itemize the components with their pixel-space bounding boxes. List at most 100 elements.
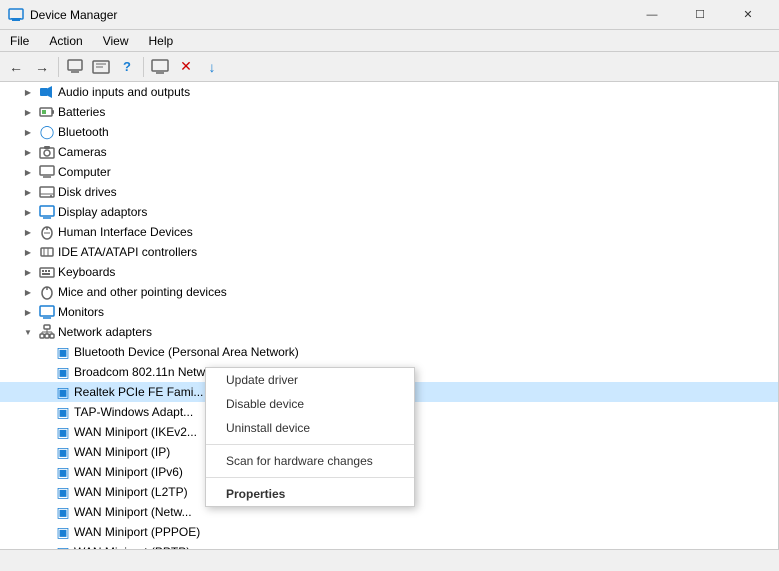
disk-label: Disk drives	[58, 185, 117, 199]
main-area: ▶ Audio inputs and outputs ▶ Batteries ▶…	[0, 82, 779, 549]
hid-icon	[39, 224, 55, 240]
title-bar: Device Manager — ☐ ✕	[0, 0, 779, 30]
net2-icon: ▣	[55, 364, 71, 380]
window-controls: — ☐ ✕	[629, 0, 771, 30]
ctx-disable[interactable]: Disable device	[206, 392, 414, 416]
ctx-sep-1	[206, 444, 414, 445]
computer-icon	[39, 164, 55, 180]
bluetooth-icon: ◯	[39, 124, 55, 140]
tree-item-net10[interactable]: ▶ ▣ WAN Miniport (PPPOE)	[0, 522, 778, 542]
expand-audio[interactable]: ▶	[20, 84, 36, 100]
window-title: Device Manager	[30, 8, 629, 22]
keyboards-icon	[39, 264, 55, 280]
monitors-label: Monitors	[58, 305, 104, 319]
expand-mice[interactable]: ▶	[20, 284, 36, 300]
tree-item-keyboards[interactable]: ▶ Keyboards	[0, 262, 778, 282]
net3-label: Realtek PCIe FE Fami...	[74, 385, 203, 399]
net6-label: WAN Miniport (IP)	[74, 445, 170, 459]
net7-label: WAN Miniport (IPv6)	[74, 465, 183, 479]
menu-help[interactable]: Help	[139, 32, 184, 50]
tree-item-computer[interactable]: ▶ Computer	[0, 162, 778, 182]
net4-label: TAP-Windows Adapt...	[74, 405, 193, 419]
status-bar	[0, 549, 779, 571]
batteries-label: Batteries	[58, 105, 105, 119]
network-icon	[39, 324, 55, 340]
toolbar-sep-2	[143, 57, 144, 77]
display-icon	[39, 204, 55, 220]
cameras-label: Cameras	[58, 145, 107, 159]
close-button[interactable]: ✕	[725, 0, 771, 30]
expand-computer[interactable]: ▶	[20, 164, 36, 180]
maximize-button[interactable]: ☐	[677, 0, 723, 30]
audio-icon	[39, 84, 55, 100]
net1-label: Bluetooth Device (Personal Area Network)	[74, 345, 299, 359]
tree-item-audio[interactable]: ▶ Audio inputs and outputs	[0, 82, 778, 102]
delete-button[interactable]: ✕	[174, 55, 198, 79]
expand-disk[interactable]: ▶	[20, 184, 36, 200]
tree-item-batteries[interactable]: ▶ Batteries	[0, 102, 778, 122]
net1-icon: ▣	[55, 344, 71, 360]
toolbar: ← → ? ✕ ↓	[0, 52, 779, 82]
expand-network[interactable]: ▼	[20, 324, 36, 340]
display-label: Display adaptors	[58, 205, 147, 219]
back-button[interactable]: ←	[4, 55, 28, 79]
tree-item-display[interactable]: ▶ Display adaptors	[0, 202, 778, 222]
ctx-uninstall[interactable]: Uninstall device	[206, 416, 414, 440]
tree-item-network[interactable]: ▼ Network adapters	[0, 322, 778, 342]
ctx-sep-2	[206, 477, 414, 478]
tree-item-net1[interactable]: ▶ ▣ Bluetooth Device (Personal Area Netw…	[0, 342, 778, 362]
monitors-icon	[39, 304, 55, 320]
tree-item-net11[interactable]: ▶ ▣ WAN Miniport (PPTP)	[0, 542, 778, 549]
net6-icon: ▣	[55, 444, 71, 460]
network-label: Network adapters	[58, 325, 152, 339]
expand-batteries[interactable]: ▶	[20, 104, 36, 120]
tree-item-hid[interactable]: ▶ Human Interface Devices	[0, 222, 778, 242]
tree-item-bluetooth[interactable]: ▶ ◯ Bluetooth	[0, 122, 778, 142]
minimize-button[interactable]: —	[629, 0, 675, 30]
hid-label: Human Interface Devices	[58, 225, 193, 239]
update-button[interactable]	[89, 55, 113, 79]
properties-button[interactable]	[63, 55, 87, 79]
disk-icon	[39, 184, 55, 200]
expand-bluetooth[interactable]: ▶	[20, 124, 36, 140]
tree-item-monitors[interactable]: ▶ Monitors	[0, 302, 778, 322]
menu-view[interactable]: View	[93, 32, 139, 50]
bluetooth-label: Bluetooth	[58, 125, 109, 139]
computer-button[interactable]	[148, 55, 172, 79]
tree-item-disk[interactable]: ▶ Disk drives	[0, 182, 778, 202]
expand-hid[interactable]: ▶	[20, 224, 36, 240]
net3-icon: ▣	[55, 384, 71, 400]
expand-monitors[interactable]: ▶	[20, 304, 36, 320]
net10-icon: ▣	[55, 524, 71, 540]
net9-label: WAN Miniport (Netw...	[74, 505, 192, 519]
expand-cameras[interactable]: ▶	[20, 144, 36, 160]
tree-item-mice[interactable]: ▶ Mice and other pointing devices	[0, 282, 778, 302]
expand-keyboards[interactable]: ▶	[20, 264, 36, 280]
tree-item-cameras[interactable]: ▶ Cameras	[0, 142, 778, 162]
menu-file[interactable]: File	[0, 32, 39, 50]
tree-item-ide[interactable]: ▶ IDE ATA/ATAPI controllers	[0, 242, 778, 262]
net4-icon: ▣	[55, 404, 71, 420]
menu-action[interactable]: Action	[39, 32, 92, 50]
ctx-update[interactable]: Update driver	[206, 368, 414, 392]
keyboards-label: Keyboards	[58, 265, 115, 279]
cameras-icon	[39, 144, 55, 160]
expand-display[interactable]: ▶	[20, 204, 36, 220]
net8-label: WAN Miniport (L2TP)	[74, 485, 188, 499]
net5-label: WAN Miniport (IKEv2...	[74, 425, 197, 439]
ctx-scan[interactable]: Scan for hardware changes	[206, 449, 414, 473]
batteries-icon	[39, 104, 55, 120]
expand-ide[interactable]: ▶	[20, 244, 36, 260]
net10-label: WAN Miniport (PPPOE)	[74, 525, 200, 539]
app-icon	[8, 7, 24, 23]
scan-button[interactable]: ↓	[200, 55, 224, 79]
net7-icon: ▣	[55, 464, 71, 480]
net9-icon: ▣	[55, 504, 71, 520]
forward-button[interactable]: →	[30, 55, 54, 79]
ctx-properties[interactable]: Properties	[206, 482, 414, 506]
context-menu: Update driver Disable device Uninstall d…	[205, 367, 415, 507]
audio-label: Audio inputs and outputs	[58, 85, 190, 99]
computer-label: Computer	[58, 165, 111, 179]
toolbar-sep-1	[58, 57, 59, 77]
help-button[interactable]: ?	[115, 55, 139, 79]
